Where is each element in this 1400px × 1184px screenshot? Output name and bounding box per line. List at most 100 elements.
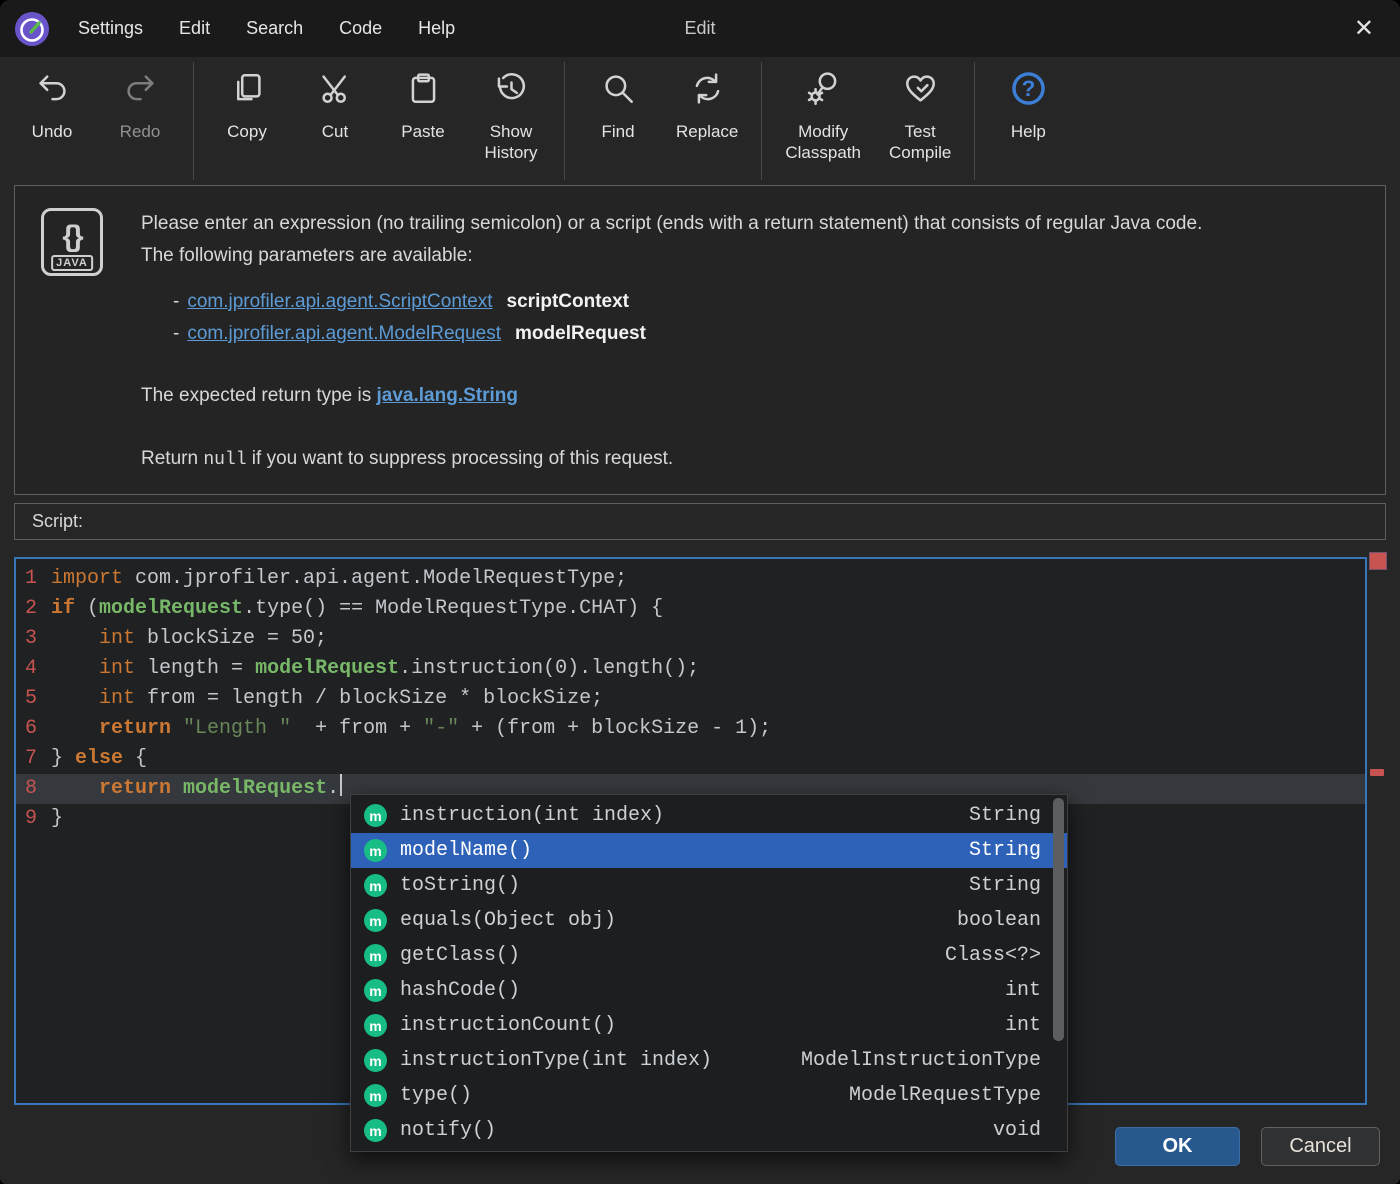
history-button[interactable]: Show History: [467, 57, 555, 185]
code-text: int from = length / blockSize * blockSiz…: [51, 684, 603, 714]
completion-return-type: int: [1005, 979, 1041, 1002]
completion-return-type: String: [969, 874, 1041, 897]
parameter-item: -com.jprofiler.api.agent.ModelRequestmod…: [173, 318, 1361, 350]
completion-return-type: String: [969, 804, 1041, 827]
find-button[interactable]: Find: [574, 57, 662, 185]
completion-label: instruction(int index): [400, 804, 951, 827]
line-number: 8: [16, 774, 51, 804]
code-token: "Length ": [183, 717, 291, 740]
code-token: import: [51, 567, 123, 590]
parameter-class-link[interactable]: com.jprofiler.api.agent.ModelRequest: [187, 323, 501, 344]
parameter-name: modelRequest: [515, 323, 646, 344]
completion-item[interactable]: mtoString()String: [351, 868, 1067, 903]
script-label-box: Script:: [14, 503, 1386, 540]
toolbar-separator: [974, 62, 975, 180]
code-token: [51, 777, 99, 800]
error-stripe-mark-icon[interactable]: [1369, 552, 1387, 570]
code-line: 5 int from = length / blockSize * blockS…: [16, 684, 1365, 714]
suppress-line: Return null if you want to suppress proc…: [141, 443, 1361, 476]
classpath-button[interactable]: Modify Classpath: [771, 57, 875, 185]
code-token: modelRequest: [255, 657, 399, 680]
menu-settings[interactable]: Settings: [78, 18, 143, 39]
parameter-name: scriptContext: [507, 291, 629, 312]
ok-button[interactable]: OK: [1115, 1127, 1240, 1166]
menu-code[interactable]: Code: [339, 18, 382, 39]
popup-scrollbar-thumb[interactable]: [1053, 798, 1064, 1041]
return-type-line: The expected return type is java.lang.St…: [141, 380, 1361, 412]
parameter-class-link[interactable]: com.jprofiler.api.agent.ScriptContext: [187, 291, 492, 312]
completion-label: type(): [400, 1084, 831, 1107]
code-token: else: [75, 747, 123, 770]
completion-item-selected[interactable]: mmodelName()String: [351, 833, 1067, 868]
replace-icon: [689, 70, 726, 112]
completion-item[interactable]: minstruction(int index)String: [351, 798, 1067, 833]
completion-item[interactable]: mnotify()void: [351, 1113, 1067, 1148]
code-token: [171, 717, 183, 740]
toolbar-button-label: Find: [601, 121, 634, 142]
return-type-link[interactable]: java.lang.String: [377, 385, 518, 406]
undo-icon: [34, 70, 71, 112]
method-icon: m: [364, 874, 387, 897]
copy-button[interactable]: Copy: [203, 57, 291, 185]
completion-item[interactable]: mtype()ModelRequestType: [351, 1078, 1067, 1113]
method-icon: m: [364, 979, 387, 1002]
cut-icon: [317, 70, 354, 112]
completion-item[interactable]: minstructionCount()int: [351, 1008, 1067, 1043]
autocomplete-popup: minstruction(int index)StringmmodelName(…: [350, 794, 1068, 1152]
code-text: if (modelRequest.type() == ModelRequestT…: [51, 594, 663, 624]
cut-button[interactable]: Cut: [291, 57, 379, 185]
toolbar-separator: [564, 62, 565, 180]
find-icon: [600, 70, 637, 112]
completion-return-type: ModelInstructionType: [801, 1049, 1041, 1072]
test-compile-button[interactable]: Test Compile: [875, 57, 965, 185]
menu-help[interactable]: Help: [418, 18, 455, 39]
redo-button: Redo: [96, 57, 184, 185]
code-token: modelRequest: [183, 777, 327, 800]
code-text: int length = modelRequest.instruction(0)…: [51, 654, 699, 684]
error-stripe-line8-mark[interactable]: [1370, 769, 1384, 776]
line-number: 7: [16, 744, 51, 774]
code-token: return: [99, 717, 171, 740]
java-caption: JAVA: [51, 255, 93, 271]
completion-item[interactable]: mgetClass()Class<?>: [351, 938, 1067, 973]
code-token: {: [123, 747, 147, 770]
completion-item[interactable]: minstructionType(int index)ModelInstruct…: [351, 1043, 1067, 1078]
line-number: 1: [16, 564, 51, 594]
script-edit-dialog: SettingsEditSearchCodeHelp Edit ✕ UndoRe…: [0, 0, 1400, 1184]
menu-search[interactable]: Search: [246, 18, 303, 39]
code-text: return "Length " + from + "-" + (from + …: [51, 714, 771, 744]
line-number: 4: [16, 654, 51, 684]
code-line: 6 return "Length " + from + "-" + (from …: [16, 714, 1365, 744]
undo-button[interactable]: Undo: [8, 57, 96, 185]
completion-return-type: Class<?>: [945, 944, 1041, 967]
toolbar-separator: [761, 62, 762, 180]
completion-return-type: ModelRequestType: [849, 1084, 1041, 1107]
code-text: }: [51, 804, 63, 834]
line-number: 5: [16, 684, 51, 714]
completion-label: notify(): [400, 1119, 975, 1142]
paste-button[interactable]: Paste: [379, 57, 467, 185]
line-number: 9: [16, 804, 51, 834]
help-button[interactable]: ?Help: [984, 57, 1072, 185]
code-token: + from +: [291, 717, 423, 740]
menubar: Settings Edit Search Code Help: [78, 18, 455, 39]
completion-return-type: void: [993, 1119, 1041, 1142]
code-token: + (from + blockSize - 1);: [459, 717, 771, 740]
replace-button[interactable]: Replace: [662, 57, 752, 185]
toolbar-button-label: Modify Classpath: [785, 121, 861, 164]
popup-scrollbar[interactable]: [1053, 798, 1064, 1148]
completion-item[interactable]: mequals(Object obj)boolean: [351, 903, 1067, 938]
completion-label: modelName(): [400, 839, 951, 862]
titlebar: Settings Edit Search Code Help Edit ✕: [0, 0, 1400, 57]
code-token: blockSize = 50;: [135, 627, 327, 650]
return-type-prefix: The expected return type is: [141, 385, 377, 406]
close-icon[interactable]: ✕: [1354, 0, 1374, 57]
text-caret: [340, 774, 342, 796]
menu-edit[interactable]: Edit: [179, 18, 210, 39]
completion-item[interactable]: mhashCode()int: [351, 973, 1067, 1008]
cancel-button[interactable]: Cancel: [1261, 1127, 1380, 1166]
info-text: Please enter an expression (no trailing …: [141, 208, 1361, 476]
code-line: 3 int blockSize = 50;: [16, 624, 1365, 654]
parameter-item: -com.jprofiler.api.agent.ScriptContextsc…: [173, 286, 1361, 318]
code-token: from = length / blockSize * blockSize;: [135, 687, 603, 710]
